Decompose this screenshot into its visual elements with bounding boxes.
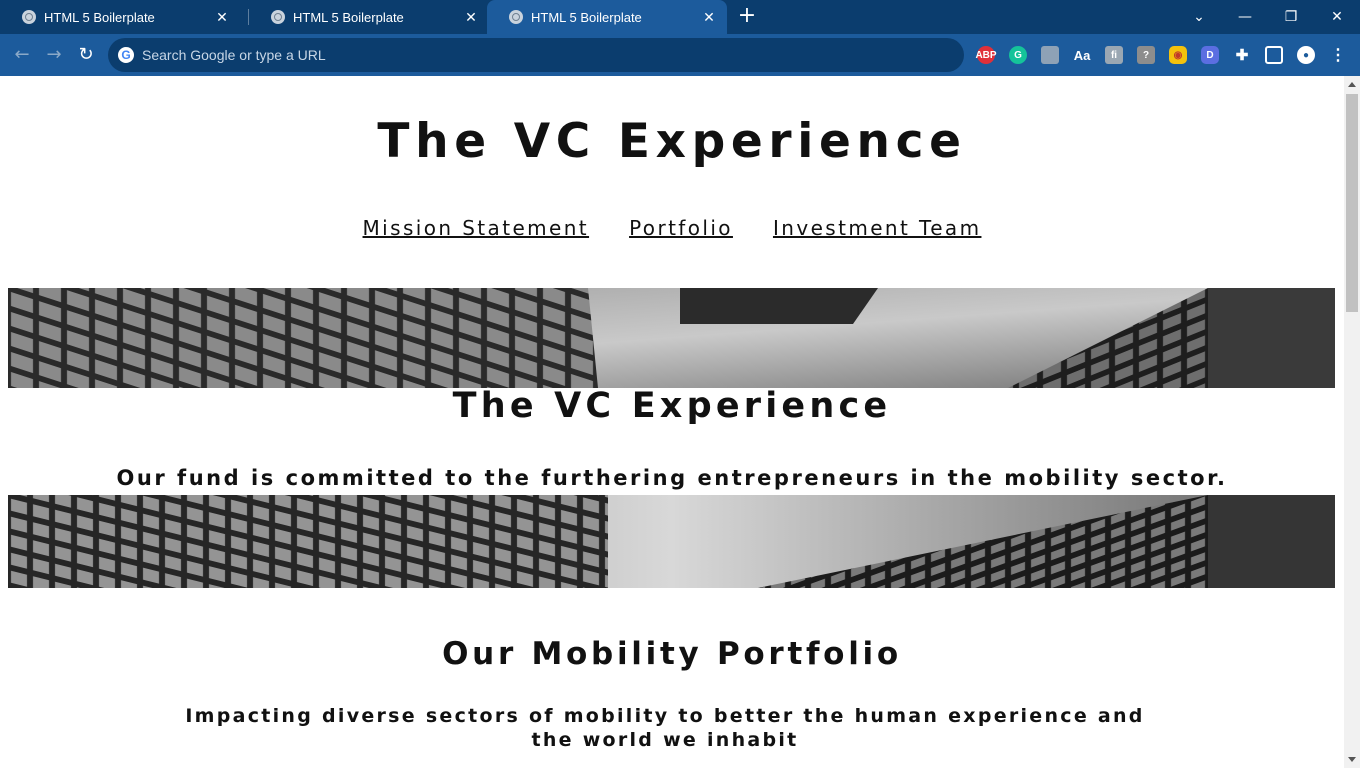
nav-link-mission-statement[interactable]: Mission Statement [363,216,590,240]
browser-tab[interactable]: HTML 5 Boilerplate ✕ [249,0,489,34]
address-input[interactable] [142,47,922,63]
globe-icon [271,10,285,24]
minimize-button[interactable]: — [1222,0,1268,34]
globe-icon [22,10,36,24]
tab-title: HTML 5 Boilerplate [531,9,642,25]
page-viewport: The VC Experience Mission Statement Port… [0,76,1344,768]
grammarly-icon[interactable]: G [1009,46,1027,64]
close-icon[interactable]: ✕ [463,9,479,26]
close-window-button[interactable]: ✕ [1314,0,1360,34]
portfolio-title: Our Mobility Portfolio [442,636,902,672]
extension-icon[interactable]: fi [1105,46,1123,64]
abp-icon[interactable]: ABP [975,46,997,64]
extension-icon[interactable]: ◉ [1169,46,1187,64]
globe-icon [509,10,523,24]
puzzle-icon[interactable]: ✚ [1233,46,1251,64]
extension-icon[interactable] [1041,46,1059,64]
google-icon: G [118,47,134,63]
profile-icon[interactable]: ● [1297,46,1315,64]
nav-link-portfolio[interactable]: Portfolio [629,216,733,240]
browser-tab-active[interactable]: HTML 5 Boilerplate ✕ [487,0,727,34]
tab-strip: HTML 5 Boilerplate ✕ HTML 5 Boilerplate … [0,0,1360,34]
page-scrollbar[interactable] [1344,76,1360,768]
new-tab-button[interactable]: + [736,5,758,28]
hero-subtitle: Our fund is committed to the furthering … [116,466,1228,490]
scroll-thumb[interactable] [1346,94,1358,312]
close-icon[interactable]: ✕ [701,9,717,26]
extension-icon[interactable]: D [1201,46,1219,64]
omnibox[interactable]: G [108,38,964,72]
sidepanel-icon[interactable] [1265,46,1283,64]
browser-toolbar: ← → ↻ G ABP G Aa fi ? ◉ D ✚ ● ⋮ [0,34,1360,76]
restore-button[interactable]: ❐ [1268,0,1314,34]
close-icon[interactable]: ✕ [214,9,230,26]
help-icon[interactable]: ? [1137,46,1155,64]
hero-banner-image-bottom [8,495,1335,588]
portfolio-subtitle: Impacting diverse sectors of mobility to… [185,705,1145,751]
scroll-up-icon[interactable] [1348,82,1356,87]
dictionary-icon[interactable]: Aa [1073,46,1091,64]
tab-search-icon[interactable]: ⌄ [1176,0,1222,34]
hero-title: The VC Experience [452,386,892,426]
reload-button[interactable]: ↻ [74,43,98,67]
tab-title: HTML 5 Boilerplate [293,9,404,25]
back-button[interactable]: ← [10,43,34,67]
forward-button[interactable]: → [42,43,66,67]
site-nav: Mission Statement Portfolio Investment T… [0,216,1344,240]
nav-link-investment-team[interactable]: Investment Team [773,216,982,240]
site-title: The VC Experience [377,114,967,169]
browser-tab[interactable]: HTML 5 Boilerplate ✕ [0,0,240,34]
menu-icon[interactable]: ⋮ [1329,46,1347,64]
hero-banner-image-top [8,288,1335,388]
tab-title: HTML 5 Boilerplate [44,9,155,25]
scroll-down-icon[interactable] [1348,757,1356,762]
